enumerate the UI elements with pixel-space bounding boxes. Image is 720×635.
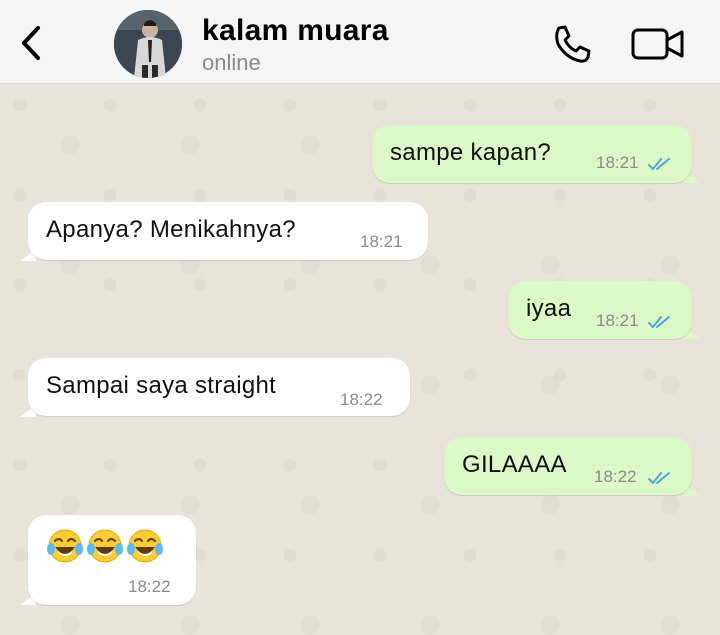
avatar[interactable] xyxy=(114,10,182,78)
chevron-left-icon[interactable] xyxy=(14,22,48,64)
phone-icon[interactable] xyxy=(550,22,594,66)
contact-status: online xyxy=(202,50,261,75)
message-time: 18:21 xyxy=(596,153,639,172)
read-receipt-icon xyxy=(648,316,670,328)
avatar-photo xyxy=(114,10,182,78)
face-with-tears-of-joy-icon xyxy=(47,529,83,563)
read-receipt-icon xyxy=(648,472,670,484)
read-receipt-icon xyxy=(648,158,670,170)
chat-header: kalam muara online xyxy=(0,0,720,84)
message-bubble-incoming[interactable]: 18:22 xyxy=(28,515,196,605)
message-text: Apanya? Menikahnya? xyxy=(46,216,296,243)
emoji-row xyxy=(46,527,164,565)
chat-area[interactable]: sampe kapan? 18:21 Apanya? Menikahnya? 1… xyxy=(0,85,720,635)
contact-name[interactable]: kalam muara xyxy=(202,14,389,48)
message-time: 18:21 xyxy=(360,232,403,251)
message-time: 18:22 xyxy=(128,577,171,596)
message-bubble-incoming[interactable]: Apanya? Menikahnya? 18:21 xyxy=(28,202,428,260)
message-time: 18:21 xyxy=(596,311,639,330)
message-text: sampe kapan? xyxy=(390,139,552,166)
message-time: 18:22 xyxy=(340,390,383,409)
message-text: Sampai saya straight xyxy=(46,372,277,399)
message-bubble-incoming[interactable]: Sampai saya straight 18:22 xyxy=(28,358,410,416)
message-bubble-outgoing[interactable]: iyaa 18:21 xyxy=(508,281,692,339)
message-text: GILAAAA xyxy=(462,451,567,478)
video-camera-icon[interactable] xyxy=(630,24,686,64)
face-with-tears-of-joy-icon xyxy=(87,529,123,563)
face-with-tears-of-joy-icon xyxy=(127,529,163,563)
message-text: iyaa xyxy=(526,295,572,322)
message-time: 18:22 xyxy=(594,467,637,486)
message-bubble-outgoing[interactable]: sampe kapan? 18:21 xyxy=(372,125,692,183)
message-bubble-outgoing[interactable]: GILAAAA 18:22 xyxy=(444,437,692,495)
